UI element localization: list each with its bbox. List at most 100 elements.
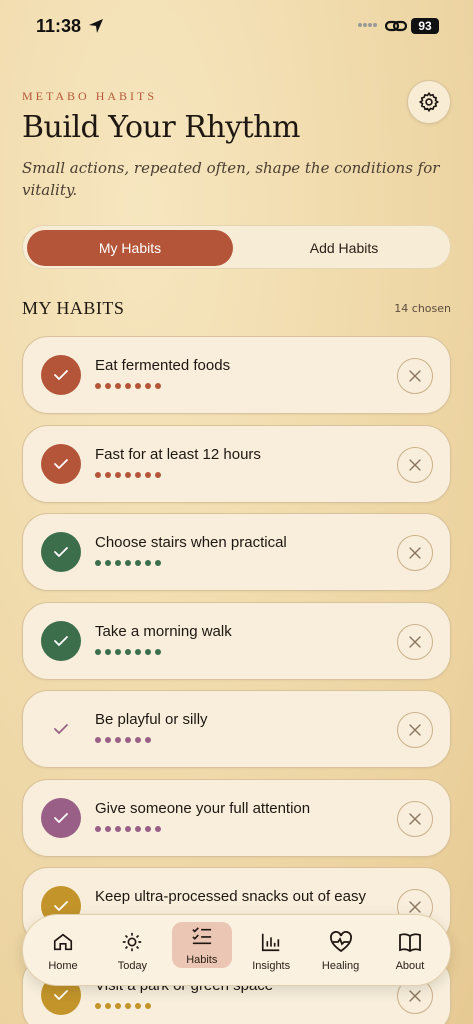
habit-streak-dots: [95, 825, 161, 832]
streak-dot: [145, 560, 151, 566]
check-icon[interactable]: [41, 355, 81, 395]
gear-icon: [418, 91, 440, 113]
habit-card[interactable]: Choose stairs when practical: [22, 513, 451, 591]
close-icon: [409, 370, 421, 382]
nav-label: Healing: [321, 960, 360, 972]
status-bar: 11:38 93: [0, 0, 473, 50]
streak-dot: [135, 471, 141, 478]
streak-dot: [125, 737, 131, 743]
habit-streak-dots: [95, 737, 151, 743]
streak-dot: [155, 825, 161, 832]
bottom-nav: Home Today Habits Insights Healing About: [22, 914, 451, 986]
remove-habit-button[interactable]: [397, 358, 433, 394]
status-time: 11:38: [36, 16, 82, 36]
streak-dot: [125, 471, 131, 478]
streak-dot: [105, 560, 111, 566]
nav-about[interactable]: About: [380, 915, 440, 987]
streak-dot: [125, 1002, 131, 1009]
habit-streak-dots: [95, 648, 161, 655]
streak-dot: [115, 1002, 121, 1009]
nav-habits[interactable]: Habits: [171, 922, 232, 968]
close-icon: [409, 458, 421, 471]
streak-dot: [145, 383, 151, 389]
habit-streak-dots: [95, 383, 161, 389]
streak-dot: [95, 1002, 101, 1009]
remove-habit-button[interactable]: [397, 712, 433, 748]
streak-dot: [105, 737, 111, 743]
habits-segmented-control: My Habits Add Habits: [22, 225, 451, 269]
heart-pulse-icon: [329, 930, 353, 954]
close-icon: [409, 989, 421, 1002]
check-icon[interactable]: [41, 797, 81, 838]
check-icon[interactable]: [41, 620, 81, 661]
chosen-count: 14 chosen: [394, 302, 451, 315]
streak-dot: [115, 383, 121, 389]
page-title: Build Your Rhythm: [22, 110, 300, 145]
streak-dot: [135, 560, 141, 566]
streak-dot: [95, 825, 101, 832]
check-icon[interactable]: [41, 532, 81, 572]
section-title: MY HABITS: [22, 298, 125, 318]
habit-name: Eat fermented foods: [95, 357, 231, 374]
streak-dot: [95, 648, 101, 655]
checklist-icon: [191, 924, 213, 948]
streak-dot: [105, 825, 111, 832]
habit-streak-dots: [95, 560, 161, 566]
streak-dot: [95, 737, 101, 743]
nav-insights[interactable]: Insights: [241, 915, 301, 987]
close-icon: [409, 812, 421, 825]
signal-dots-icon: [358, 23, 377, 27]
nav-label: Home: [48, 960, 78, 972]
streak-dot: [115, 737, 121, 743]
tab-add-habits[interactable]: Add Habits: [241, 230, 447, 266]
streak-dot: [105, 471, 111, 478]
link-icon: [385, 20, 407, 32]
habit-card[interactable]: Take a morning walk: [22, 601, 451, 680]
remove-habit-button[interactable]: [397, 535, 433, 571]
streak-dot: [155, 383, 161, 389]
streak-dot: [155, 471, 161, 478]
streak-dot: [125, 560, 131, 566]
bar-chart-icon: [260, 930, 282, 954]
tab-my-habits[interactable]: My Habits: [27, 230, 233, 266]
streak-dot: [135, 737, 141, 743]
habit-name: Give someone your full attention: [95, 799, 311, 817]
habit-name: Keep ultra-processed snacks out of easy: [95, 888, 366, 905]
close-icon: [409, 724, 421, 736]
streak-dot: [105, 383, 111, 389]
habit-card[interactable]: Give someone your full attention: [22, 778, 451, 857]
streak-dot: [115, 648, 121, 655]
nav-healing[interactable]: Healing: [311, 915, 371, 987]
close-icon: [409, 635, 421, 648]
page-subtitle: Small actions, repeated often, shape the…: [22, 159, 440, 199]
battery-indicator: 93: [411, 18, 439, 34]
habit-card[interactable]: Fast for at least 12 hours: [22, 424, 451, 503]
streak-dot: [145, 1002, 151, 1009]
nav-home[interactable]: Home: [33, 915, 93, 987]
streak-dot: [95, 383, 101, 389]
streak-dot: [125, 648, 131, 655]
streak-dot: [95, 471, 101, 478]
check-icon[interactable]: [41, 443, 81, 484]
habit-card[interactable]: Eat fermented foods: [22, 336, 451, 414]
nav-today[interactable]: Today: [102, 915, 162, 987]
close-icon: [409, 547, 421, 559]
streak-dot: [125, 383, 131, 389]
habit-card[interactable]: Be playful or silly: [22, 690, 451, 768]
remove-habit-button[interactable]: [397, 446, 433, 483]
sun-icon: [121, 930, 143, 954]
streak-dot: [135, 648, 141, 655]
habit-name: Fast for at least 12 hours: [95, 445, 261, 463]
streak-dot: [95, 560, 101, 566]
remove-habit-button[interactable]: [397, 623, 433, 660]
home-icon: [52, 930, 74, 954]
habit-name: Be playful or silly: [95, 711, 208, 728]
location-arrow-icon: [89, 19, 103, 33]
settings-button[interactable]: [407, 80, 451, 124]
check-icon[interactable]: [41, 709, 81, 749]
remove-habit-button[interactable]: [397, 800, 433, 837]
streak-dot: [115, 471, 121, 478]
habit-streak-dots: [95, 1002, 151, 1009]
streak-dot: [135, 1002, 141, 1009]
streak-dot: [155, 648, 161, 655]
